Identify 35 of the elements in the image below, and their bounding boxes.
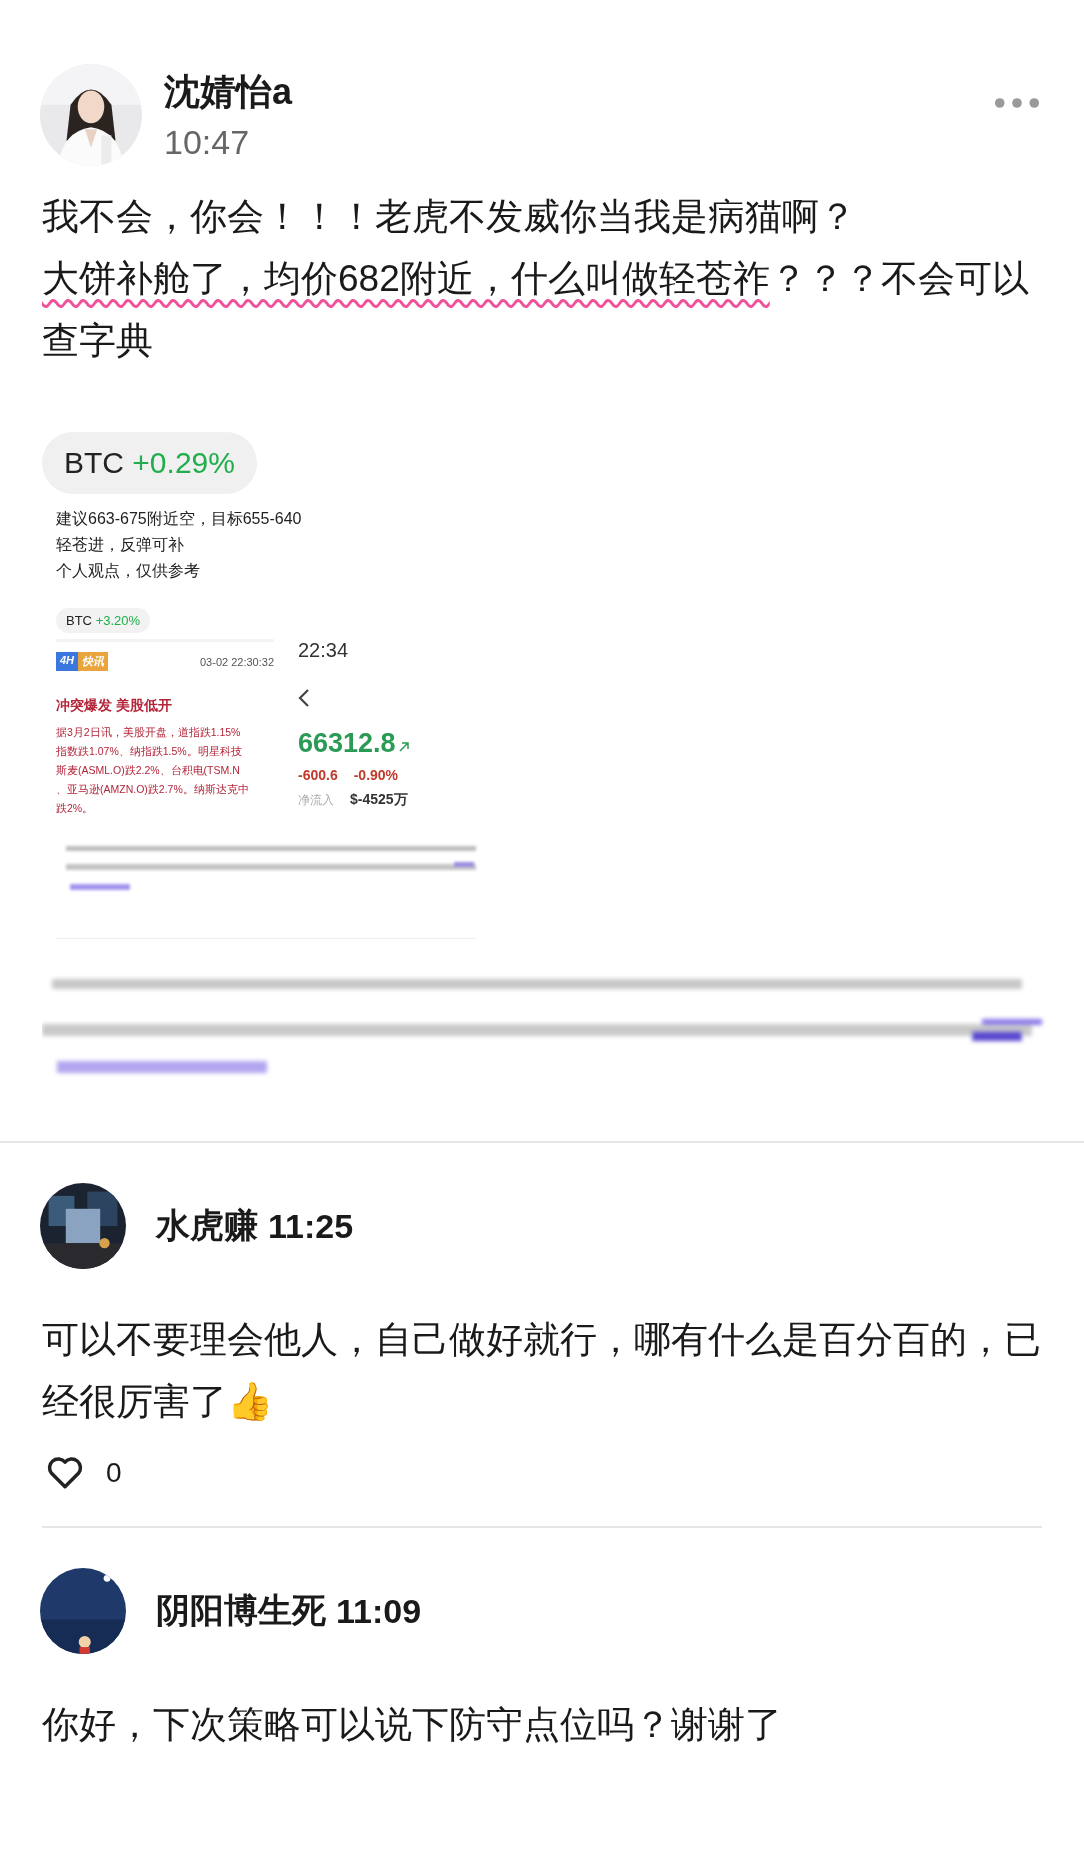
commenter-name[interactable]: 阴阳博生死 bbox=[156, 1588, 326, 1634]
ticker-chip: BTC +3.20% bbox=[56, 608, 151, 633]
caption-line: 建议663-675附近空，目标655-640 bbox=[56, 509, 303, 529]
like-count: 0 bbox=[106, 1456, 122, 1489]
news-headline: 冲突爆发 美股低开 bbox=[56, 697, 173, 715]
comment-time: 11:09 bbox=[336, 1591, 422, 1631]
ticker-chip[interactable]: BTC +0.29% bbox=[42, 432, 257, 494]
caption-line: 轻苍进，反弹可补 bbox=[56, 535, 185, 555]
back-icon[interactable] bbox=[298, 688, 310, 708]
percent-change: -0.90% bbox=[353, 767, 399, 783]
news-badge: 4H bbox=[56, 652, 79, 671]
heart-icon[interactable] bbox=[46, 1455, 84, 1490]
news-line: 斯麦(ASML.O)跌2.2%、台积电(TSM.N bbox=[56, 763, 241, 778]
comment-text: 你好，下次策略可以说下防守点位吗？谢谢了 bbox=[42, 1703, 783, 1747]
flow-label: 净流入 bbox=[298, 792, 334, 809]
comment-time: 11:25 bbox=[268, 1206, 354, 1246]
caption-line: 个人观点，仅供参考 bbox=[56, 561, 201, 581]
price-change: -600.6 bbox=[298, 767, 338, 783]
post-time: 10:47 bbox=[164, 123, 251, 162]
news-badge: 快讯 bbox=[78, 652, 109, 671]
flow-value: $-4525万 bbox=[350, 791, 408, 809]
more-icon[interactable] bbox=[994, 97, 1040, 109]
news-line: 指数跌1.07%、纳指跌1.5%。明星科技 bbox=[56, 744, 243, 759]
news-line: 跌2%。 bbox=[56, 801, 95, 816]
post-text: 我不会，你会！！！老虎不发威你当我是病猫啊？ bbox=[42, 195, 857, 239]
arrow-icon bbox=[397, 741, 410, 753]
price-value: 66312.8 bbox=[298, 728, 396, 759]
author-name[interactable]: 沈婧怡a bbox=[164, 68, 972, 117]
news-timestamp: 03-02 22:30:32 bbox=[200, 655, 274, 668]
commenter-name[interactable]: 水虎赚 bbox=[156, 1203, 258, 1249]
post-text: 大饼补舱了，均价682附近，什么叫做轻苍祚？？？不会可以查字典 bbox=[42, 257, 1030, 363]
comment-text: 可以不要理会他人，自己做好就行，哪有什么是百分百的，已经很厉害了👍 bbox=[42, 1318, 1042, 1424]
clock-time: 22:34 bbox=[298, 639, 350, 662]
news-line: 据3月2日讯，美股开盘，道指跌1.15% bbox=[56, 725, 242, 740]
news-line: 、亚马逊(AMZN.O)跌2.7%。纳斯达克中 bbox=[56, 782, 250, 797]
